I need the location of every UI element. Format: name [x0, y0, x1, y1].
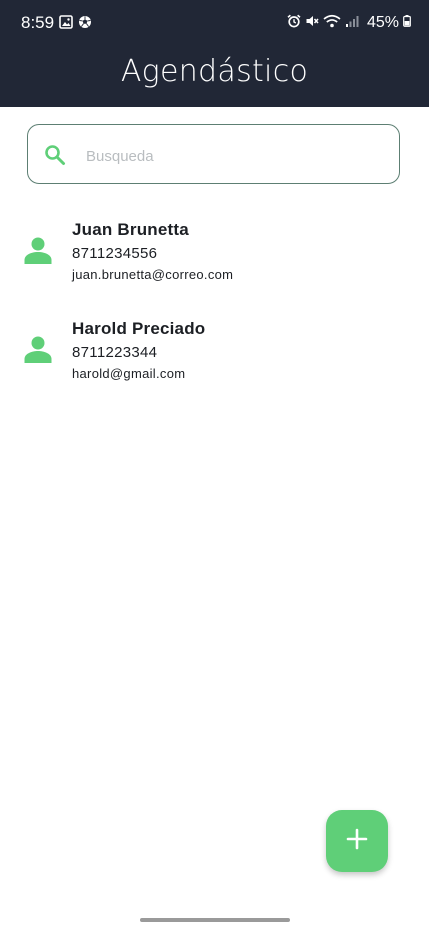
wifi-icon — [323, 14, 341, 33]
contact-item[interactable]: Juan Brunetta 8711234556 juan.brunetta@c… — [0, 219, 429, 309]
status-right-icons: 45% — [287, 13, 411, 33]
contact-email: juan.brunetta@correo.com — [72, 267, 234, 282]
home-indicator[interactable] — [140, 918, 290, 922]
plus-icon — [346, 828, 368, 855]
person-icon — [23, 334, 53, 364]
mute-icon — [305, 14, 319, 33]
add-contact-button[interactable] — [326, 810, 388, 872]
soccer-ball-icon — [78, 15, 92, 34]
contact-phone: 8711234556 — [72, 245, 158, 262]
app-title: Agendástico — [120, 54, 309, 89]
battery-percentage: 45% — [366, 14, 399, 31]
alarm-icon — [287, 14, 301, 33]
search-box[interactable] — [27, 124, 400, 184]
contact-item[interactable]: Harold Preciado 8711223344 harold@gmail.… — [0, 318, 429, 408]
image-icon — [59, 15, 73, 34]
signal-icon — [345, 14, 359, 33]
app-header: 8:59 45% Agendástico — [0, 0, 429, 107]
status-bar: 8:59 45% — [0, 0, 429, 46]
status-time: 8:59 — [21, 13, 55, 32]
status-left-icons — [59, 15, 92, 34]
contact-name: Harold Preciado — [72, 319, 206, 338]
search-input[interactable] — [84, 139, 388, 173]
contact-email: harold@gmail.com — [72, 366, 186, 381]
contact-name: Juan Brunetta — [72, 220, 189, 239]
contact-phone: 8711223344 — [72, 344, 158, 361]
search-icon — [43, 143, 67, 167]
person-icon — [23, 235, 53, 265]
battery-icon — [403, 14, 411, 32]
